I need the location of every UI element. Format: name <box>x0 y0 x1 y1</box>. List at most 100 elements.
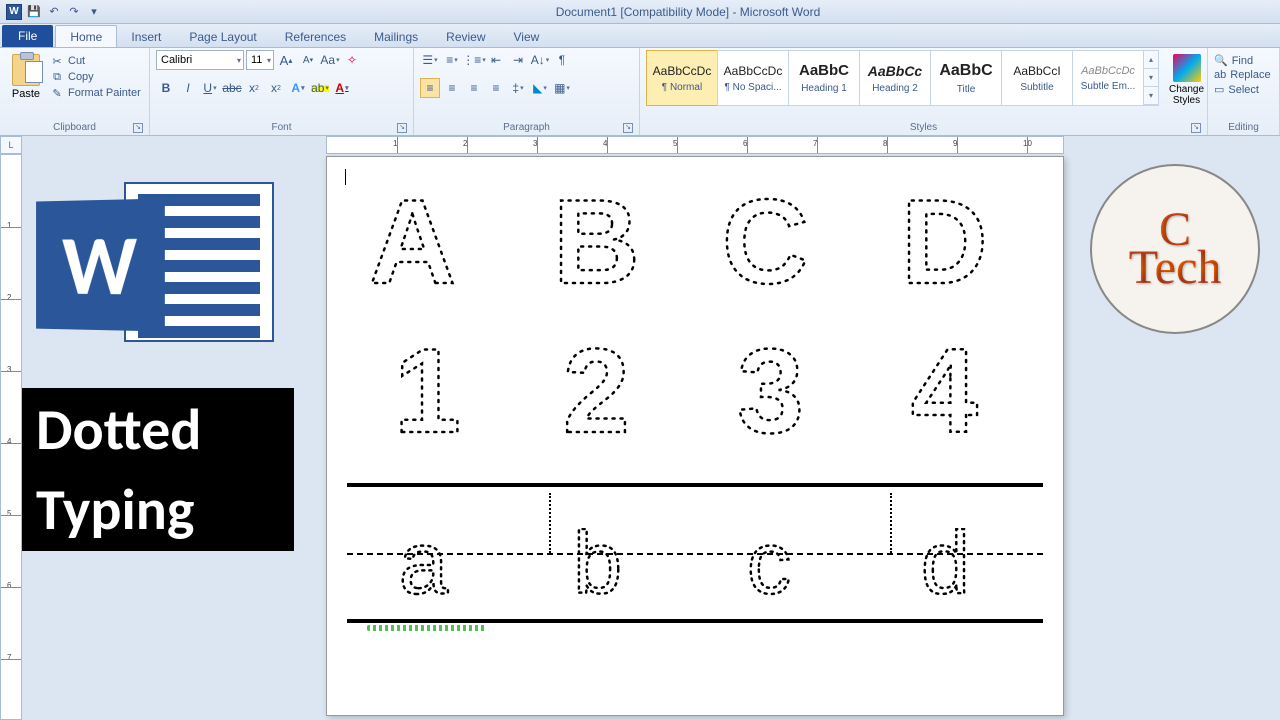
tab-selector[interactable]: L <box>0 136 22 154</box>
tracing-lines: a b c d <box>347 483 1043 623</box>
align-left-button[interactable]: ≡ <box>420 78 440 98</box>
dotted-letters-row: A B C D <box>347 173 1043 316</box>
select-icon: ▭ <box>1214 83 1224 96</box>
font-launcher-icon[interactable]: ↘ <box>397 123 407 133</box>
dotted-char: A <box>359 173 509 316</box>
style-heading2[interactable]: AaBbCcHeading 2 <box>859 50 931 106</box>
tab-insert[interactable]: Insert <box>117 26 175 47</box>
group-label-styles: Styles↘ <box>646 120 1201 135</box>
style-subtitle[interactable]: AaBbCcISubtitle <box>1001 50 1073 106</box>
dotted-char: 3 <box>707 322 857 465</box>
shrink-font-button[interactable]: A▾ <box>298 50 318 70</box>
decrease-indent-button[interactable]: ⇤ <box>486 50 506 70</box>
group-label-editing: Editing <box>1214 120 1273 135</box>
change-case-button[interactable]: Aa <box>320 50 340 70</box>
window-title: Document1 [Compatibility Mode] - Microso… <box>102 5 1274 19</box>
channel-logo: CTech <box>1090 164 1260 334</box>
style-normal[interactable]: AaBbCcDc¶ Normal <box>646 50 718 106</box>
show-marks-button[interactable]: ¶ <box>552 50 572 70</box>
format-painter-button[interactable]: ✎Format Painter <box>50 86 141 100</box>
title-bar: W 💾 ↶ ↷ ▾ Document1 [Compatibility Mode]… <box>0 0 1280 24</box>
style-heading1[interactable]: AaBbCHeading 1 <box>788 50 860 106</box>
strikethrough-button[interactable]: abc <box>222 78 242 98</box>
tab-file[interactable]: File <box>2 25 53 47</box>
chevron-up-icon: ▴ <box>1144 51 1158 69</box>
bold-button[interactable]: B <box>156 78 176 98</box>
tab-review[interactable]: Review <box>432 26 499 47</box>
numbering-button[interactable]: ≡ <box>442 50 462 70</box>
document-page[interactable]: A B C D 1 2 3 4 a b c d <box>326 156 1064 716</box>
style-subtle-emphasis[interactable]: AaBbCcDcSubtle Em... <box>1072 50 1144 106</box>
select-button[interactable]: ▭Select <box>1214 83 1271 96</box>
dotted-char: 2 <box>533 322 683 465</box>
tab-home[interactable]: Home <box>55 25 117 47</box>
svg-text:1: 1 <box>394 324 461 458</box>
svg-text:D: D <box>901 175 988 309</box>
find-button[interactable]: 🔍Find <box>1214 54 1271 67</box>
clipboard-launcher-icon[interactable]: ↘ <box>133 123 143 133</box>
paste-icon <box>12 54 40 86</box>
tab-mailings[interactable]: Mailings <box>360 26 432 47</box>
align-center-button[interactable]: ≡ <box>442 78 462 98</box>
clear-formatting-button[interactable]: ✧ <box>342 50 362 70</box>
tab-view[interactable]: View <box>500 26 554 47</box>
styles-gallery-scroller[interactable]: ▴▾▾ <box>1143 50 1159 106</box>
change-styles-button[interactable]: Change Styles <box>1169 50 1204 106</box>
paste-button[interactable]: Paste <box>6 50 46 100</box>
paragraph-launcher-icon[interactable]: ↘ <box>623 123 633 133</box>
change-styles-icon <box>1173 54 1201 82</box>
grammar-squiggle <box>367 625 487 631</box>
line-spacing-button[interactable]: ‡ <box>508 78 528 98</box>
tab-page-layout[interactable]: Page Layout <box>175 26 270 47</box>
gallery-expand-icon: ▾ <box>1144 87 1158 105</box>
overlay-text-dotted: Dotted <box>22 388 294 471</box>
copy-button[interactable]: ⧉Copy <box>50 70 141 84</box>
group-clipboard: Paste ✂Cut ⧉Copy ✎Format Painter Clipboa… <box>0 48 150 135</box>
redo-icon[interactable]: ↷ <box>66 4 82 20</box>
tab-references[interactable]: References <box>271 26 360 47</box>
font-name-combo[interactable]: Calibri <box>156 50 244 70</box>
cut-icon: ✂ <box>50 54 64 68</box>
horizontal-ruler[interactable]: 12345678910 <box>326 136 1064 154</box>
qat-more-icon[interactable]: ▾ <box>86 4 102 20</box>
replace-button[interactable]: abReplace <box>1214 69 1271 81</box>
styles-launcher-icon[interactable]: ↘ <box>1191 123 1201 133</box>
align-right-button[interactable]: ≡ <box>464 78 484 98</box>
sort-button[interactable]: A↓ <box>530 50 550 70</box>
font-color-button[interactable]: A <box>332 78 352 98</box>
bullets-button[interactable]: ☰ <box>420 50 440 70</box>
highlight-button[interactable]: ab <box>310 78 330 98</box>
multilevel-list-button[interactable]: ⋮≡ <box>464 50 484 70</box>
text-effects-button[interactable]: A <box>288 78 308 98</box>
shading-button[interactable]: ◣ <box>530 78 550 98</box>
group-label-clipboard: Clipboard↘ <box>6 120 143 135</box>
vertical-ruler[interactable]: 1234567 <box>0 154 22 720</box>
word-logo-overlay: W <box>34 172 274 352</box>
font-size-combo[interactable]: 11 <box>246 50 274 70</box>
paste-label: Paste <box>12 88 40 100</box>
superscript-button[interactable]: x2 <box>266 78 286 98</box>
save-icon[interactable]: 💾 <box>26 4 42 20</box>
italic-button[interactable]: I <box>178 78 198 98</box>
text-cursor <box>345 169 346 185</box>
grow-font-button[interactable]: A▴ <box>276 50 296 70</box>
subscript-button[interactable]: x2 <box>244 78 264 98</box>
dotted-char: d <box>901 528 1011 611</box>
style-title[interactable]: AaBbCTitle <box>930 50 1002 106</box>
group-editing: 🔍Find abReplace ▭Select Editing <box>1208 48 1280 135</box>
style-no-spacing[interactable]: AaBbCcDc¶ No Spaci... <box>717 50 789 106</box>
justify-button[interactable]: ≡ <box>486 78 506 98</box>
cut-button[interactable]: ✂Cut <box>50 54 141 68</box>
word-app-icon[interactable]: W <box>6 4 22 20</box>
increase-indent-button[interactable]: ⇥ <box>508 50 528 70</box>
copy-icon: ⧉ <box>50 70 64 84</box>
dotted-char: B <box>533 173 683 316</box>
underline-button[interactable]: U <box>200 78 220 98</box>
styles-gallery[interactable]: AaBbCcDc¶ Normal AaBbCcDc¶ No Spaci... A… <box>646 50 1159 106</box>
brush-icon: ✎ <box>50 86 64 100</box>
ribbon: Paste ✂Cut ⧉Copy ✎Format Painter Clipboa… <box>0 48 1280 136</box>
borders-button[interactable]: ▦ <box>552 78 572 98</box>
undo-icon[interactable]: ↶ <box>46 4 62 20</box>
ribbon-tabs: File Home Insert Page Layout References … <box>0 24 1280 48</box>
group-styles: AaBbCcDc¶ Normal AaBbCcDc¶ No Spaci... A… <box>640 48 1208 135</box>
